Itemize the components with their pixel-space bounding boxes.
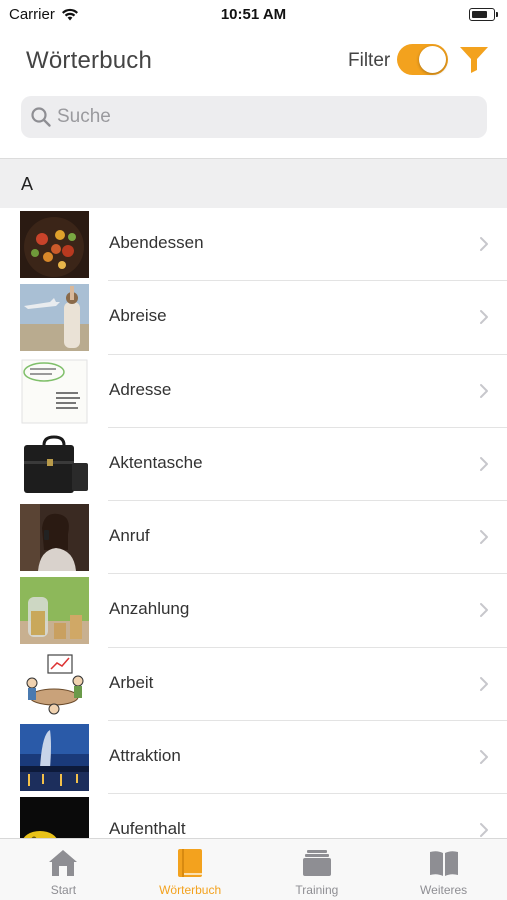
list-item-arbeit[interactable]: Arbeit: [0, 648, 507, 722]
list-item-adresse[interactable]: Adresse: [0, 355, 507, 428]
list-item-anzahlung[interactable]: Anzahlung: [0, 574, 507, 648]
entry-label: Abreise: [109, 306, 167, 326]
tab-weiteres[interactable]: Weiteres: [380, 839, 507, 900]
phone-call-photo-thumbnail: [20, 504, 89, 572]
list-item-anruf[interactable]: Anruf: [0, 501, 507, 575]
chevron-right-icon: [480, 237, 488, 251]
tab-label: Start: [50, 883, 77, 897]
coins-photo-thumbnail: [20, 577, 89, 645]
tab-woerterbuch[interactable]: Wörterbuch: [127, 839, 254, 900]
work-cartoon-thumbnail: [20, 650, 89, 718]
open-book-icon: [429, 851, 458, 876]
dark-photo-thumbnail: [20, 797, 89, 838]
status-bar: Carrier 10:51 AM: [0, 0, 507, 30]
chevron-right-icon: [480, 823, 488, 838]
section-header-a: A: [0, 158, 507, 208]
search-icon: [31, 107, 51, 127]
list-item-aufenthalt[interactable]: Aufenthalt: [0, 794, 507, 838]
address-card-thumbnail: [20, 357, 89, 425]
status-time: 10:51 AM: [220, 6, 287, 23]
tab-label: Weiteres: [420, 883, 468, 897]
tab-training[interactable]: Training: [254, 839, 381, 900]
house-icon: [49, 850, 78, 876]
chevron-right-icon: [480, 310, 488, 325]
chevron-right-icon: [480, 456, 488, 471]
search-bar[interactable]: Suche: [21, 96, 487, 138]
chevron-right-icon: [480, 676, 488, 691]
chevron-right-icon: [480, 383, 488, 398]
entry-label: Aufenthalt: [109, 819, 186, 838]
navigation-bar: Wörterbuch Filter: [0, 38, 507, 84]
dictionary-list: Abendessen Abreise Adresse Aktentasche A…: [0, 208, 507, 838]
cards-stack-icon: [302, 850, 331, 876]
section-letter: A: [21, 174, 34, 194]
entry-label: Aktentasche: [109, 452, 203, 472]
food-photo-thumbnail: [20, 211, 89, 278]
toggle-knob: [419, 46, 446, 73]
tab-label: Training: [295, 883, 339, 897]
search-placeholder: Suche: [57, 106, 111, 127]
entry-label: Arbeit: [109, 672, 154, 692]
briefcase-photo-thumbnail: [20, 430, 89, 498]
filter-funnel-icon[interactable]: [458, 44, 490, 74]
battery-icon: [469, 8, 498, 21]
filter-label: Filter: [348, 50, 391, 71]
list-item-aktentasche[interactable]: Aktentasche: [0, 428, 507, 502]
page-title: Wörterbuch: [26, 47, 153, 74]
departure-photo-thumbnail: [20, 284, 89, 352]
filter-toggle[interactable]: [397, 44, 448, 75]
entry-label: Adresse: [109, 379, 172, 399]
entry-label: Attraktion: [109, 746, 181, 766]
entry-label: Abendessen: [109, 233, 204, 252]
chevron-right-icon: [480, 750, 488, 765]
city-night-photo-thumbnail: [20, 724, 89, 792]
list-item-abendessen[interactable]: Abendessen: [0, 208, 507, 282]
list-item-abreise[interactable]: Abreise: [0, 281, 507, 355]
book-icon: [178, 849, 203, 877]
tab-label: Wörterbuch: [159, 883, 222, 897]
chevron-right-icon: [480, 530, 488, 545]
tab-start[interactable]: Start: [0, 839, 127, 900]
tab-bar: Start Wörterbuch Training Weiteres: [0, 838, 507, 900]
list-item-attraktion[interactable]: Attraktion: [0, 721, 507, 795]
chevron-right-icon: [480, 603, 488, 618]
entry-label: Anzahlung: [109, 599, 190, 619]
entry-label: Anruf: [109, 526, 150, 546]
